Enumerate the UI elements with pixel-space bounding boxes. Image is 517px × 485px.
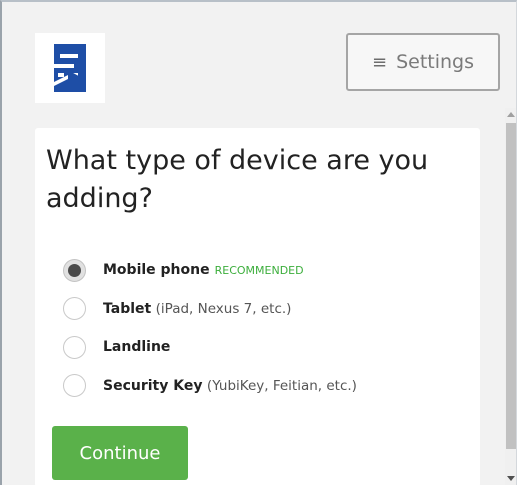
option-label: Mobile phone	[103, 262, 210, 279]
recommended-badge: RECOMMENDED	[214, 264, 304, 278]
settings-button[interactable]: ≡ Settings	[346, 33, 500, 91]
hamburger-menu-icon: ≡	[371, 51, 388, 73]
option-mobile-phone[interactable]: Mobile phone RECOMMENDED	[63, 251, 357, 290]
scroll-up-arrow-icon[interactable]	[507, 112, 515, 117]
app-window: ≡ Settings What type of device are you a…	[0, 0, 517, 485]
radio-security-key[interactable]	[63, 374, 86, 398]
device-options: Mobile phone RECOMMENDED Tablet (iPad, Ne…	[63, 251, 357, 405]
radio-landline[interactable]	[63, 335, 86, 359]
radio-selected-dot	[68, 263, 81, 277]
logo	[35, 33, 105, 103]
scroll-down-arrow-icon[interactable]	[507, 476, 515, 481]
radio-mobile-phone[interactable]	[63, 258, 86, 282]
device-type-card: What type of device are you adding? Mobi…	[35, 128, 480, 485]
settings-button-label: Settings	[396, 51, 475, 73]
option-label: Tablet	[103, 300, 152, 317]
option-security-key[interactable]: Security Key (YubiKey, Feitian, etc.)	[63, 367, 357, 406]
vertical-scrollbar[interactable]	[505, 108, 516, 485]
option-landline[interactable]: Landline	[63, 328, 357, 367]
option-tablet[interactable]: Tablet (iPad, Nexus 7, etc.)	[63, 290, 357, 329]
radio-tablet[interactable]	[63, 297, 86, 321]
continue-button[interactable]: Continue	[52, 426, 188, 480]
option-label: Security Key	[103, 377, 203, 394]
option-note: (iPad, Nexus 7, etc.)	[155, 300, 292, 317]
page-title: What type of device are you adding?	[46, 145, 429, 214]
scrollbar-thumb[interactable]	[506, 123, 516, 449]
option-label: Landline	[103, 339, 171, 356]
option-note: (YubiKey, Feitian, etc.)	[206, 377, 357, 394]
